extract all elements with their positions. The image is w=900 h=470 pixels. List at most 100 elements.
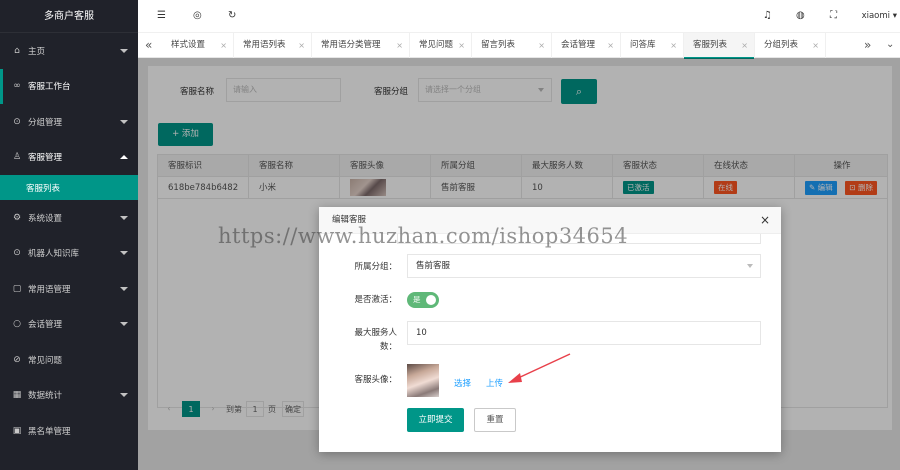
sidebar-item-phrases[interactable]: ▢ 常用语管理 bbox=[0, 271, 138, 307]
group-label: 所属分组： bbox=[354, 262, 397, 272]
close-icon[interactable]: × bbox=[458, 33, 465, 58]
tab-label: 分组列表 bbox=[764, 40, 799, 50]
max-serve-label: 最大服务人数： bbox=[354, 328, 397, 352]
home-icon: ⌂ bbox=[14, 45, 20, 56]
tab-label: 会话管理 bbox=[561, 40, 596, 50]
tab-sessions[interactable]: 会话管理 × bbox=[552, 33, 621, 58]
top-header: ☰ ◎ ↻ ♫ ◍ ⛶ xiaomi ▾ bbox=[138, 0, 900, 33]
close-icon[interactable]: × bbox=[607, 33, 614, 58]
tab-group-list[interactable]: 分组列表 × bbox=[755, 33, 826, 58]
toggle-knob bbox=[426, 295, 436, 305]
sidebar-item-blacklist[interactable]: ▣ 黑名单管理 bbox=[0, 413, 138, 449]
sidebar-item-label: 系统设置 bbox=[28, 213, 63, 224]
tab-qa-library[interactable]: 问答库 × bbox=[621, 33, 684, 58]
sidebar-item-stats[interactable]: ▦ 数据统计 bbox=[0, 378, 138, 414]
sidebar-item-label: 数据统计 bbox=[28, 391, 63, 402]
tab-label: 常用语分类管理 bbox=[321, 40, 381, 50]
submit-button[interactable]: 立即提交 bbox=[407, 408, 464, 432]
user-icon: ♙ bbox=[12, 152, 22, 163]
sidebar-item-sessions[interactable]: ○ 会话管理 bbox=[0, 307, 138, 343]
reset-button[interactable]: 重置 bbox=[474, 408, 516, 432]
chevron-down-icon bbox=[120, 48, 128, 53]
close-icon[interactable]: × bbox=[220, 33, 227, 58]
upload-avatar-link[interactable]: 上传 bbox=[486, 377, 503, 389]
sidebar-item-label: 分组管理 bbox=[28, 117, 63, 128]
sidebar-item-label: 黑名单管理 bbox=[28, 426, 71, 437]
tab-label: 客服列表 bbox=[693, 40, 728, 50]
tab-faq[interactable]: 常见问题 × bbox=[410, 33, 472, 58]
menu-toggle-icon[interactable]: ☰ bbox=[157, 10, 166, 21]
close-icon[interactable]: × bbox=[760, 207, 770, 234]
sidebar-item-label: 常见问题 bbox=[28, 355, 63, 366]
theme-icon[interactable]: ◍ bbox=[796, 10, 805, 21]
chevron-down-icon bbox=[747, 264, 753, 268]
chevron-up-icon bbox=[120, 155, 128, 160]
chevron-down-icon bbox=[120, 393, 128, 398]
chevron-down-icon bbox=[120, 322, 128, 327]
tab-style-settings[interactable]: 样式设置 × bbox=[162, 33, 234, 58]
close-icon[interactable]: × bbox=[812, 33, 819, 58]
question-icon: ⊘ bbox=[13, 354, 21, 365]
tab-label: 问答库 bbox=[630, 40, 656, 50]
close-icon[interactable]: × bbox=[396, 33, 403, 58]
chevron-down-icon bbox=[120, 251, 128, 256]
sidebar-item-workbench[interactable]: ∞ 客服工作台 bbox=[0, 68, 138, 104]
sidebar-item-label: 会话管理 bbox=[28, 320, 63, 331]
sidebar-item-label: 客服列表 bbox=[26, 183, 61, 194]
chevron-down-icon[interactable]: ⌄ bbox=[886, 39, 894, 50]
globe-icon[interactable]: ◎ bbox=[193, 10, 202, 21]
refresh-icon[interactable]: ↻ bbox=[228, 10, 236, 21]
annotation-arrow-icon bbox=[508, 353, 571, 383]
stats-icon: ▦ bbox=[12, 390, 22, 401]
select-value: 售前客服 bbox=[416, 261, 451, 271]
tab-phrase-list[interactable]: 常用语列表 × bbox=[234, 33, 312, 58]
brand-title: 多商户客服 bbox=[0, 0, 138, 33]
phrase-icon: ▢ bbox=[12, 283, 22, 294]
tabs-scroll-left-icon[interactable]: « bbox=[145, 38, 152, 52]
sidebar: 多商户客服 ⌂ 主页 ∞ 客服工作台 ⊙ 分组管理 ♙ 客服管理 客服列表 ⚙ … bbox=[0, 0, 138, 470]
sidebar-item-settings[interactable]: ⚙ 系统设置 bbox=[0, 200, 138, 236]
chevron-down-icon bbox=[120, 215, 128, 220]
chevron-down-icon bbox=[120, 286, 128, 291]
tab-phrase-category[interactable]: 常用语分类管理 × bbox=[312, 33, 410, 58]
close-icon[interactable]: × bbox=[538, 33, 545, 58]
fullscreen-icon[interactable]: ⛶ bbox=[830, 10, 837, 21]
blacklist-icon: ▣ bbox=[12, 425, 22, 436]
select-avatar-link[interactable]: 选择 bbox=[454, 377, 471, 389]
toggle-text: 是 bbox=[413, 295, 421, 304]
sidebar-item-groups[interactable]: ⊙ 分组管理 bbox=[0, 104, 138, 140]
avatar-label: 客服头像： bbox=[354, 375, 397, 385]
close-icon[interactable]: × bbox=[298, 33, 305, 58]
username: xiaomi bbox=[861, 11, 891, 21]
sidebar-item-label: 客服管理 bbox=[28, 153, 63, 164]
avatar-preview bbox=[407, 364, 439, 397]
sidebar-item-home[interactable]: ⌂ 主页 bbox=[0, 33, 138, 69]
gear-icon: ⚙ bbox=[12, 212, 22, 223]
max-serve-input[interactable]: 10 bbox=[407, 321, 761, 345]
tab-label: 样式设置 bbox=[171, 40, 206, 50]
tab-agent-list[interactable]: 客服列表 × bbox=[684, 33, 755, 59]
group-icon: ⊙ bbox=[13, 116, 21, 127]
sidebar-item-label: 客服工作台 bbox=[28, 82, 71, 93]
group-select[interactable]: 售前客服 bbox=[407, 254, 761, 278]
session-icon: ○ bbox=[13, 319, 21, 330]
sidebar-subitem-agent-list[interactable]: 客服列表 bbox=[0, 175, 138, 200]
sidebar-item-faq[interactable]: ⊘ 常见问题 bbox=[0, 342, 138, 378]
tabs-bar: « 样式设置 × 常用语列表 × 常用语分类管理 × 常见问题 × 留言列表 × 会话管理… bbox=[138, 33, 900, 59]
active-toggle[interactable]: 是 bbox=[407, 292, 439, 308]
chevron-down-icon bbox=[120, 119, 128, 124]
tab-label: 常见问题 bbox=[419, 40, 454, 50]
sidebar-item-agents[interactable]: ♙ 客服管理 bbox=[0, 140, 138, 176]
robot-icon: ⊙ bbox=[13, 248, 21, 259]
sidebar-item-label: 主页 bbox=[28, 46, 46, 57]
sidebar-item-label: 常用语管理 bbox=[28, 284, 71, 295]
close-icon[interactable]: × bbox=[741, 33, 748, 58]
tab-messages[interactable]: 留言列表 × bbox=[472, 33, 552, 58]
active-label: 是否激活： bbox=[354, 295, 397, 305]
bell-icon[interactable]: ♫ bbox=[763, 10, 772, 21]
close-icon[interactable]: × bbox=[670, 33, 677, 58]
tabs-scroll-right-icon[interactable]: » bbox=[864, 38, 871, 52]
user-menu[interactable]: xiaomi ▾ bbox=[862, 11, 897, 21]
tab-label: 留言列表 bbox=[481, 40, 516, 50]
sidebar-item-robot[interactable]: ⊙ 机器人知识库 bbox=[0, 236, 138, 272]
